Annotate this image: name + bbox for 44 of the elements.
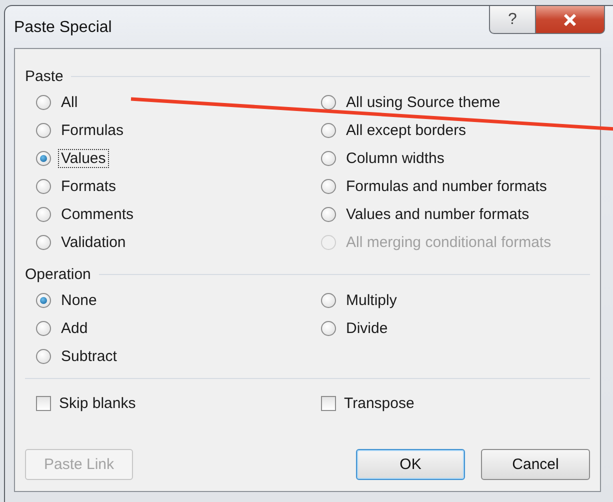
option-label[interactable]: Column widths bbox=[343, 148, 448, 168]
option-label[interactable]: Formulas bbox=[58, 120, 127, 140]
radio-button[interactable] bbox=[36, 122, 51, 138]
option-label[interactable]: Formats bbox=[58, 176, 120, 196]
radio-button[interactable] bbox=[36, 348, 51, 364]
close-button[interactable] bbox=[535, 6, 605, 34]
radio-button[interactable] bbox=[321, 94, 336, 110]
option-label[interactable]: Formulas and number formats bbox=[343, 176, 550, 196]
option-label[interactable]: Validation bbox=[58, 232, 129, 252]
radio-button[interactable] bbox=[321, 206, 336, 222]
radio-button[interactable] bbox=[321, 320, 336, 336]
radio-button[interactable] bbox=[321, 150, 336, 166]
option-label[interactable]: All except borders bbox=[343, 120, 470, 140]
option-label[interactable]: Multiply bbox=[343, 290, 400, 310]
option-label[interactable]: Add bbox=[58, 318, 91, 338]
radio-button[interactable] bbox=[321, 292, 336, 308]
window-title: Paste Special bbox=[14, 19, 112, 37]
option-label[interactable]: Divide bbox=[343, 318, 391, 338]
option-label[interactable]: All using Source theme bbox=[343, 92, 504, 112]
ok-button[interactable]: OK bbox=[356, 449, 465, 480]
option-label[interactable]: Subtract bbox=[58, 346, 120, 366]
option-label[interactable]: Values and number formats bbox=[343, 204, 532, 224]
section-label: Paste bbox=[25, 68, 64, 84]
radio-button[interactable] bbox=[36, 292, 51, 308]
help-button[interactable]: ? bbox=[489, 6, 535, 34]
radio-button[interactable] bbox=[36, 150, 51, 166]
radio-button[interactable] bbox=[36, 178, 51, 194]
option-label[interactable]: Comments bbox=[58, 204, 137, 224]
radio-button[interactable] bbox=[36, 206, 51, 222]
cancel-button[interactable]: Cancel bbox=[481, 449, 590, 480]
close-icon bbox=[563, 14, 577, 26]
checkbox-label: Skip blanks bbox=[59, 394, 136, 412]
radio-button[interactable] bbox=[36, 94, 51, 110]
option-label[interactable]: None bbox=[58, 290, 100, 310]
checkbox-label: Transpose bbox=[344, 394, 414, 412]
option-label[interactable]: All bbox=[58, 92, 81, 112]
radio-button[interactable] bbox=[36, 320, 51, 336]
checkbox[interactable] bbox=[36, 396, 51, 410]
section-label: Operation bbox=[25, 266, 91, 282]
radio-button[interactable] bbox=[36, 234, 51, 250]
checkbox[interactable] bbox=[321, 396, 336, 410]
option-label[interactable]: Values bbox=[58, 148, 109, 168]
radio-button[interactable] bbox=[321, 178, 336, 194]
radio-button[interactable] bbox=[321, 122, 336, 138]
